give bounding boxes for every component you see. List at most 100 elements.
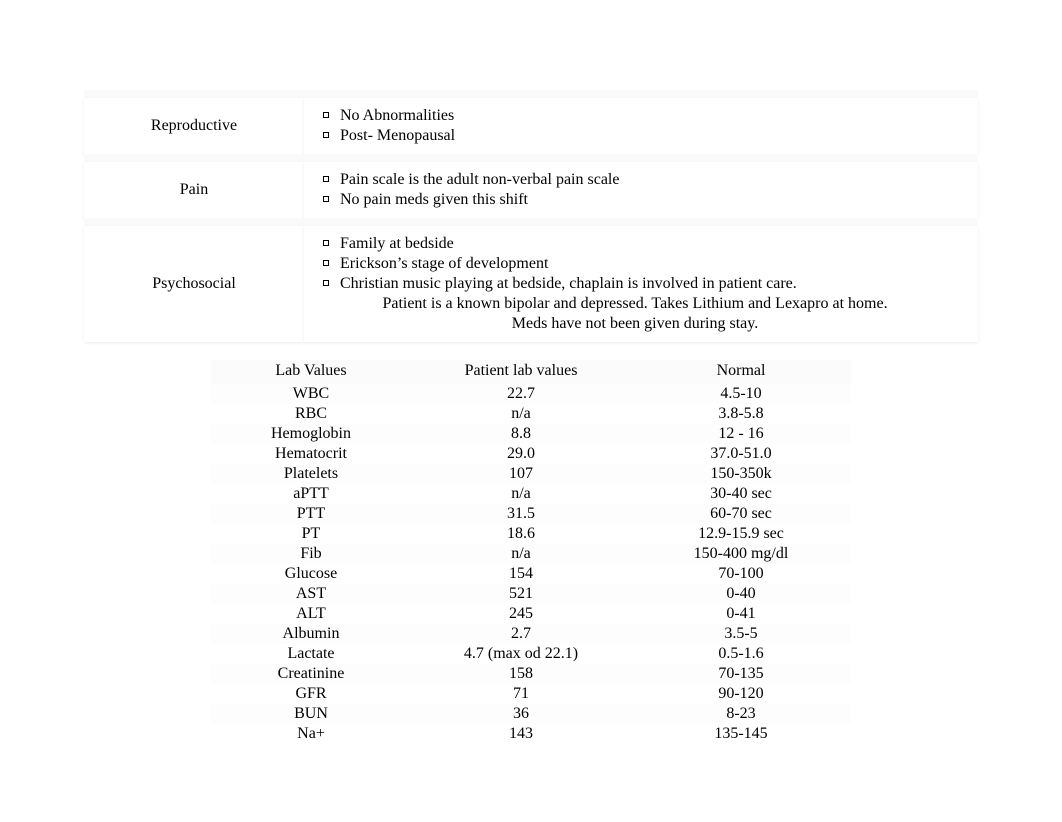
lab-row: Creatinine15870-135 [211,664,851,684]
lab-name: Na+ [211,724,411,744]
lab-normal: 12.9-15.9 sec [631,524,851,544]
section-content: Family at bedside Erickson’s stage of dev… [304,226,978,342]
lab-name: aPTT [211,484,411,504]
lab-value: 107 [411,464,631,484]
lab-value: 521 [411,584,631,604]
lab-normal: 37.0-51.0 [631,444,851,464]
bullet-text: Family at bedside [340,235,958,253]
lab-row: aPTTn/a30-40 sec [211,484,851,504]
lab-row: GFR7190-120 [211,684,851,704]
bullet-text: Post- Menopausal [340,127,958,145]
lab-name: Hematocrit [211,444,411,464]
lab-name: PTT [211,504,411,524]
lab-normal: 150-350k [631,464,851,484]
lab-name: Creatinine [211,664,411,684]
lab-value: n/a [411,544,631,564]
lab-value: 245 [411,604,631,624]
bullet-item: No Abnormalities [312,106,958,126]
lab-value: n/a [411,484,631,504]
lab-normal: 135-145 [631,724,851,744]
lab-value: 2.7 [411,624,631,644]
lab-name: Glucose [211,564,411,584]
lab-value: 22.7 [411,384,631,404]
bullet-icon [312,176,340,187]
lab-row: Hematocrit29.037.0-51.0 [211,444,851,464]
lab-normal: 0-40 [631,584,851,604]
bullet-text: Erickson’s stage of development [340,255,958,273]
lab-row: Na+143135-145 [211,724,851,744]
bullet-item: No pain meds given this shift [312,190,958,210]
lab-normal: 30-40 sec [631,484,851,504]
lab-value: 4.7 (max od 22.1) [411,644,631,664]
bullet-text: Christian music playing at bedside, chap… [340,275,958,293]
section-extra-text: Meds have not been given during stay. [312,314,958,334]
section-extra-text: Patient is a known bipolar and depressed… [312,294,958,314]
lab-normal: 90-120 [631,684,851,704]
lab-normal: 70-100 [631,564,851,584]
lab-normal: 12 - 16 [631,424,851,444]
section-row: Pain Pain scale is the adult non-verbal p… [84,162,978,218]
lab-header-normal: Normal [631,360,851,384]
lab-value: 8.8 [411,424,631,444]
lab-normal: 3.5-5 [631,624,851,644]
lab-normal: 4.5-10 [631,384,851,404]
section-row: Psychosocial Family at bedside Erickson’s … [84,226,978,342]
bullet-text: No Abnormalities [340,107,958,125]
lab-normal: 0-41 [631,604,851,624]
lab-normal: 8-23 [631,704,851,724]
lab-name: Albumin [211,624,411,644]
bullet-icon [312,280,340,291]
bullet-icon [312,240,340,251]
lab-normal: 70-135 [631,664,851,684]
lab-header-row: Lab Values Patient lab values Normal [211,360,851,384]
systems-table: ReproductiveNo AbnormalitiesPost- Menopa… [84,90,978,342]
bullet-item: Christian music playing at bedside, chap… [312,274,958,294]
lab-value: 154 [411,564,631,584]
lab-row: WBC22.74.5-10 [211,384,851,404]
lab-name: ALT [211,604,411,624]
bullet-icon [312,132,340,143]
bullet-icon [312,112,340,123]
lab-name: PT [211,524,411,544]
lab-row: ALT2450-41 [211,604,851,624]
lab-normal: 150-400 mg/dl [631,544,851,564]
lab-row: AST5210-40 [211,584,851,604]
lab-row: Fibn/a150-400 mg/dl [211,544,851,564]
bullet-text: No pain meds given this shift [340,191,958,209]
bullet-text: Pain scale is the adult non-verbal pain … [340,171,958,189]
lab-row: PTT31.560-70 sec [211,504,851,524]
bullet-item: Family at bedside [312,234,958,254]
bullet-icon [312,260,340,271]
lab-row: Glucose15470-100 [211,564,851,584]
lab-name: GFR [211,684,411,704]
lab-row: Hemoglobin8.812 - 16 [211,424,851,444]
lab-value: 143 [411,724,631,744]
lab-value: 18.6 [411,524,631,544]
lab-values-section: Lab Values Patient lab values Normal WBC… [211,360,851,744]
bullet-item: Erickson’s stage of development [312,254,958,274]
lab-name: BUN [211,704,411,724]
lab-row: Albumin2.73.5-5 [211,624,851,644]
lab-normal: 0.5-1.6 [631,644,851,664]
bullet-item: Post- Menopausal [312,126,958,146]
lab-value: 29.0 [411,444,631,464]
lab-name: Fib [211,544,411,564]
lab-name: Hemoglobin [211,424,411,444]
lab-header-value: Patient lab values [411,360,631,384]
section-content: No Abnormalities Post- Menopausal [304,98,978,154]
lab-row: Platelets107150-350k [211,464,851,484]
lab-normal: 3.8-5.8 [631,404,851,424]
section-content: Pain scale is the adult non-verbal pain … [304,162,978,218]
section-row: ReproductiveNo AbnormalitiesPost- Menopa… [84,98,978,154]
bullet-item: Pain scale is the adult non-verbal pain … [312,170,958,190]
section-title: Psychosocial [84,226,304,342]
lab-values-table: Lab Values Patient lab values Normal WBC… [211,360,851,744]
lab-row: RBCn/a3.8-5.8 [211,404,851,424]
lab-normal: 60-70 sec [631,504,851,524]
bullet-icon [312,196,340,207]
section-title: Pain [84,162,304,218]
lab-row: PT18.612.9-15.9 sec [211,524,851,544]
lab-value: 71 [411,684,631,704]
lab-value: 158 [411,664,631,684]
lab-name: WBC [211,384,411,404]
